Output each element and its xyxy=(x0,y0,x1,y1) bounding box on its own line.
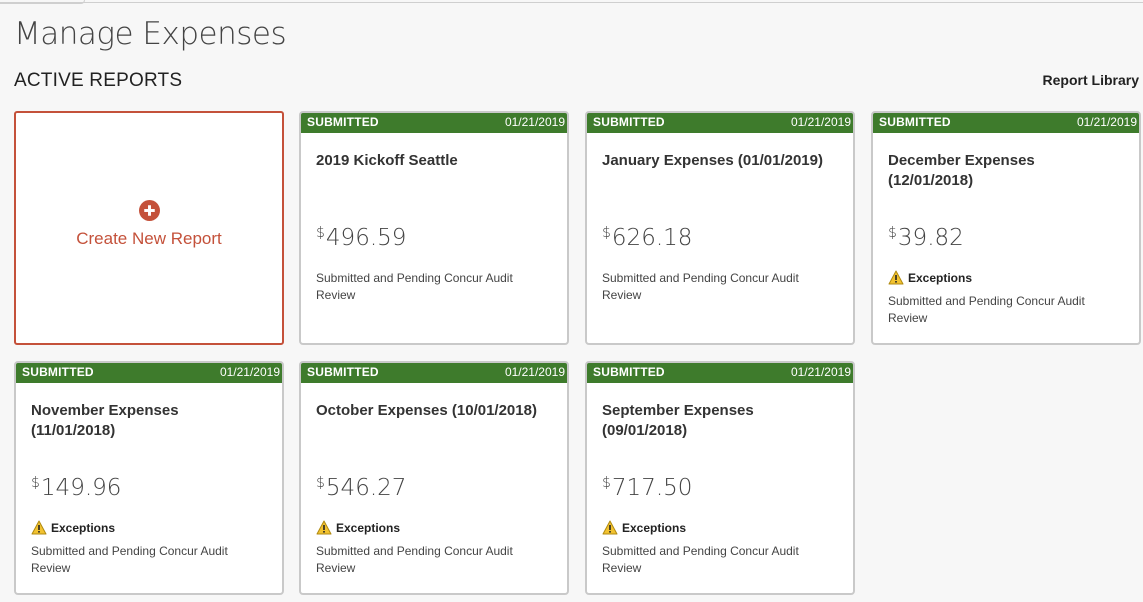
report-card-header: SUBMITTED 01/21/2019 xyxy=(301,113,567,133)
currency-symbol: $ xyxy=(316,225,325,241)
report-card-header: SUBMITTED 01/21/2019 xyxy=(873,113,1139,133)
status-badge: SUBMITTED xyxy=(307,115,379,129)
amount-value: 546.27 xyxy=(325,475,407,501)
report-status-description: Submitted and Pending Concur Audit Revie… xyxy=(31,544,228,575)
currency-symbol: $ xyxy=(316,475,325,491)
report-name: December Expenses (12/01/2018) xyxy=(888,152,1035,189)
report-name: January Expenses (01/01/2019) xyxy=(602,152,823,169)
warning-icon xyxy=(316,520,332,535)
report-date: 01/21/2019 xyxy=(790,115,851,129)
report-name: October Expenses (10/01/2018) xyxy=(316,402,537,419)
report-amount: $626.18 xyxy=(602,225,692,251)
amount-value: 626.18 xyxy=(611,225,693,251)
report-card-header: SUBMITTED 01/21/2019 xyxy=(587,113,853,133)
exceptions-label: Exceptions xyxy=(51,520,116,535)
report-amount: $39.82 xyxy=(888,225,964,251)
report-status-description: Submitted and Pending Concur Audit Revie… xyxy=(888,294,1085,325)
report-card[interactable]: SUBMITTED 01/21/2019 November Expenses (… xyxy=(14,361,284,595)
warning-icon xyxy=(602,520,618,535)
status-badge: SUBMITTED xyxy=(22,365,94,379)
report-amount: $546.27 xyxy=(316,475,406,501)
exceptions-label: Exceptions xyxy=(336,520,401,535)
exceptions-indicator: Exceptions xyxy=(602,520,686,535)
status-badge: SUBMITTED xyxy=(593,115,665,129)
report-card[interactable]: SUBMITTED 01/21/2019 October Expenses (1… xyxy=(299,361,569,595)
report-date: 01/21/2019 xyxy=(504,115,565,129)
create-new-report-card[interactable]: Create New Report xyxy=(14,111,284,345)
currency-symbol: $ xyxy=(602,225,611,241)
report-status-description: Submitted and Pending Concur Audit Revie… xyxy=(316,544,513,575)
report-card-header: SUBMITTED 01/21/2019 xyxy=(301,363,567,383)
report-card[interactable]: SUBMITTED 01/21/2019 December Expenses (… xyxy=(871,111,1141,345)
currency-symbol: $ xyxy=(602,475,611,491)
plus-circle-icon xyxy=(138,199,160,221)
report-status-description: Submitted and Pending Concur Audit Revie… xyxy=(602,271,799,302)
report-amount: $496.59 xyxy=(316,225,406,251)
amount-value: 496.59 xyxy=(325,225,407,251)
tab-edge xyxy=(0,0,85,4)
report-date: 01/21/2019 xyxy=(219,365,280,379)
status-badge: SUBMITTED xyxy=(307,365,379,379)
warning-icon xyxy=(31,520,47,535)
report-card-header: SUBMITTED 01/21/2019 xyxy=(16,363,282,383)
exceptions-indicator: Exceptions xyxy=(31,520,115,535)
report-date: 01/21/2019 xyxy=(1076,115,1137,129)
exceptions-label: Exceptions xyxy=(622,520,687,535)
status-badge: SUBMITTED xyxy=(879,115,951,129)
report-card[interactable]: SUBMITTED 01/21/2019 January Expenses (0… xyxy=(585,111,855,345)
amount-value: 39.82 xyxy=(897,225,964,251)
section-title: ACTIVE REPORTS xyxy=(14,70,183,91)
report-name: 2019 Kickoff Seattle xyxy=(316,152,458,169)
report-name: November Expenses (11/01/2018) xyxy=(31,402,179,439)
amount-value: 717.50 xyxy=(611,475,693,501)
exceptions-label: Exceptions xyxy=(908,270,973,285)
amount-value: 149.96 xyxy=(40,475,122,501)
report-card-header: SUBMITTED 01/21/2019 xyxy=(587,363,853,383)
currency-symbol: $ xyxy=(888,225,897,241)
top-divider xyxy=(0,0,1143,3)
report-card[interactable]: SUBMITTED 01/21/2019 2019 Kickoff Seattl… xyxy=(299,111,569,345)
status-badge: SUBMITTED xyxy=(593,365,665,379)
report-library-link[interactable]: Report Library xyxy=(1043,72,1139,88)
report-date: 01/21/2019 xyxy=(790,365,851,379)
report-date: 01/21/2019 xyxy=(504,365,565,379)
warning-icon xyxy=(888,270,904,285)
report-status-description: Submitted and Pending Concur Audit Revie… xyxy=(316,271,513,302)
report-amount: $149.96 xyxy=(31,475,121,501)
report-status-description: Submitted and Pending Concur Audit Revie… xyxy=(602,544,799,575)
report-card[interactable]: SUBMITTED 01/21/2019 September Expenses … xyxy=(585,361,855,595)
create-new-report-label: Create New Report xyxy=(76,228,222,248)
report-amount: $717.50 xyxy=(602,475,692,501)
currency-symbol: $ xyxy=(31,475,40,491)
exceptions-indicator: Exceptions xyxy=(316,520,400,535)
page-title: Manage Expenses xyxy=(14,16,287,52)
report-name: September Expenses (09/01/2018) xyxy=(602,402,754,439)
exceptions-indicator: Exceptions xyxy=(888,270,972,285)
